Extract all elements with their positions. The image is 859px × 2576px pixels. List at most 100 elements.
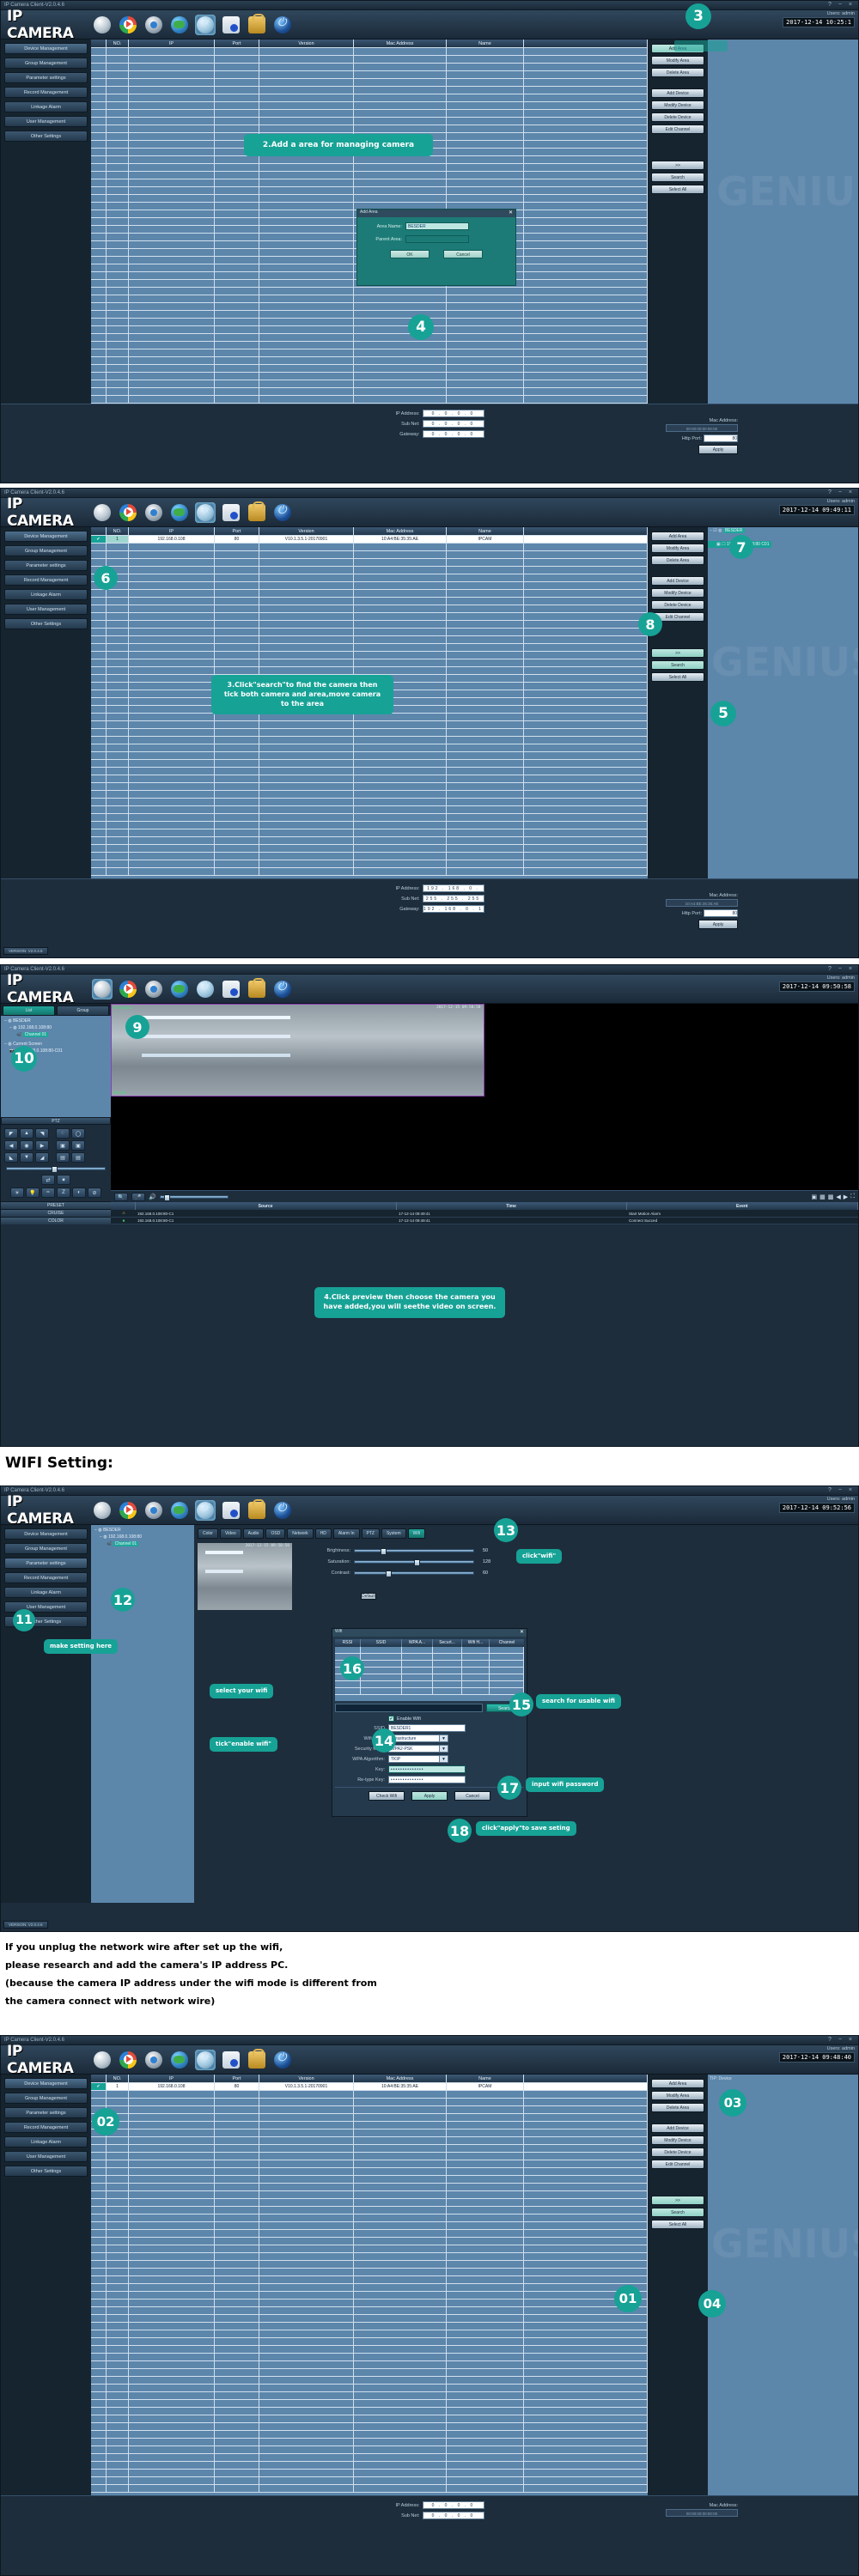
ok-button[interactable]: OK bbox=[390, 250, 430, 258]
sidebar-item-group-management[interactable]: Group Management bbox=[4, 2093, 88, 2104]
gear-icon[interactable] bbox=[195, 14, 216, 35]
table-row[interactable] bbox=[91, 868, 648, 876]
delete-device-button[interactable]: Delete Device bbox=[651, 112, 704, 122]
table-row[interactable] bbox=[91, 636, 648, 644]
table-row[interactable] bbox=[91, 195, 648, 203]
table-row[interactable] bbox=[91, 822, 648, 829]
table-row[interactable] bbox=[91, 582, 648, 590]
search-button[interactable]: Search bbox=[651, 660, 704, 670]
power-icon[interactable] bbox=[272, 15, 293, 35]
table-row[interactable] bbox=[91, 2415, 648, 2423]
table-row[interactable] bbox=[91, 829, 648, 837]
ptz-extra-row1[interactable]: ⇄ ✷ bbox=[4, 1175, 107, 1185]
table-row[interactable] bbox=[91, 2330, 648, 2338]
table-row[interactable] bbox=[91, 125, 648, 133]
camera-icon[interactable] bbox=[92, 2050, 113, 2070]
sidebar-item-parameter-settings[interactable]: Parameter settings bbox=[4, 1558, 88, 1569]
ptz-scan-icon[interactable]: ⇄ bbox=[41, 1175, 55, 1185]
play-icon[interactable] bbox=[118, 2050, 138, 2070]
lock-icon[interactable] bbox=[247, 977, 267, 999]
ip-address-input[interactable]: 0 . 0 . 0 . 0 bbox=[422, 410, 484, 417]
contrast-slider[interactable] bbox=[354, 1571, 474, 1577]
play-icon[interactable] bbox=[118, 502, 138, 523]
table-row[interactable] bbox=[91, 2307, 648, 2315]
globe-icon[interactable] bbox=[169, 2050, 190, 2070]
ptz-down-right-icon[interactable]: ◢ bbox=[35, 1152, 49, 1163]
apply-button[interactable]: Apply bbox=[698, 920, 738, 929]
video-cell-1[interactable]: IP Camera 2017-12-15 09:50:58 IPCAM bbox=[111, 1004, 484, 1097]
table-row[interactable] bbox=[91, 2400, 648, 2408]
ptz-extra-row2[interactable]: ☀ 💡 ≈ Z ◐ ⊘ bbox=[4, 1188, 107, 1198]
ptz-icon[interactable] bbox=[143, 2050, 164, 2070]
lock-icon[interactable] bbox=[247, 13, 267, 35]
window-controls[interactable]: ? − × bbox=[828, 1487, 855, 1493]
sidebar-item-group-management[interactable]: Group Management bbox=[4, 1543, 88, 1554]
ptz-speed-slider[interactable] bbox=[6, 1166, 106, 1173]
table-row[interactable] bbox=[91, 590, 648, 598]
iris-close-icon[interactable]: ▤ bbox=[71, 1152, 85, 1163]
ptz-down-left-icon[interactable]: ◣ bbox=[4, 1152, 18, 1163]
table-row[interactable] bbox=[91, 2361, 648, 2369]
gear-icon[interactable] bbox=[195, 501, 216, 523]
table-row[interactable] bbox=[91, 2261, 648, 2269]
focus-far-icon[interactable]: ▣ bbox=[71, 1140, 85, 1151]
sidebar-item-record-management[interactable]: Record Management bbox=[4, 1572, 88, 1583]
security-mode-select[interactable]: WPA2-PSK bbox=[388, 1745, 440, 1753]
grid-1-icon[interactable]: ▣ bbox=[811, 1194, 817, 1200]
ip-address-input[interactable]: 192 . 168 . 0 . 108 bbox=[422, 884, 484, 899]
next-icon[interactable]: ▶ bbox=[844, 1194, 848, 1200]
log-row[interactable]: ⚠ 192.168.0.108:80-C1 17-12-14 09:49:41 … bbox=[111, 1210, 858, 1218]
table-row[interactable] bbox=[91, 775, 648, 783]
table-row[interactable] bbox=[91, 744, 648, 752]
gateway-input[interactable]: 0 . 0 . 0 . 0 bbox=[422, 430, 484, 438]
row-checkbox[interactable]: ✔ bbox=[91, 536, 107, 543]
color-header[interactable]: COLOR bbox=[1, 1217, 111, 1224]
table-row[interactable] bbox=[91, 303, 648, 311]
tab-video[interactable]: Video bbox=[219, 1528, 241, 1539]
ptz-up-icon[interactable]: ▲ bbox=[20, 1128, 34, 1139]
focus-near-icon[interactable]: ▣ bbox=[56, 1140, 70, 1151]
ptz-up-left-icon[interactable]: ◤ bbox=[4, 1128, 18, 1139]
sidebar-item-record-management[interactable]: Record Management bbox=[4, 2122, 88, 2133]
table-row[interactable] bbox=[91, 79, 648, 87]
table-row[interactable] bbox=[91, 319, 648, 326]
modify-device-button[interactable]: Modify Device bbox=[651, 2136, 704, 2145]
table-row[interactable] bbox=[91, 2446, 648, 2454]
zoom-out-icon[interactable]: ◌ bbox=[56, 1128, 70, 1139]
camera-icon[interactable] bbox=[92, 502, 113, 523]
default-button[interactable]: Default bbox=[361, 1593, 376, 1600]
wifi-row[interactable] bbox=[335, 1654, 524, 1661]
ptz-direction-pad[interactable]: ◤ ▲ ◥ ◀ ◉ ▶ ◣ ▼ ◢ bbox=[4, 1128, 49, 1163]
tree-area-node[interactable]: − ◍ BESDER bbox=[3, 1018, 109, 1024]
table-row[interactable] bbox=[91, 179, 648, 187]
delete-device-button[interactable]: Delete Device bbox=[651, 2148, 704, 2157]
table-row[interactable] bbox=[91, 721, 648, 729]
table-row[interactable] bbox=[91, 791, 648, 799]
log-icon[interactable] bbox=[221, 1500, 241, 1521]
table-row[interactable] bbox=[91, 551, 648, 559]
sidebar-item-parameter-settings[interactable]: Parameter settings bbox=[4, 560, 88, 571]
tab-audio[interactable]: Audio bbox=[242, 1528, 265, 1539]
table-row[interactable] bbox=[91, 2199, 648, 2207]
table-row[interactable] bbox=[91, 2385, 648, 2392]
table-grid[interactable]: ✔ 1 192.168.0.108 80 V10.1.3.5.1-2017090… bbox=[91, 2083, 648, 2495]
sidebar-item-linkage-alarm[interactable]: Linkage Alarm bbox=[4, 589, 88, 600]
table-row[interactable] bbox=[91, 311, 648, 319]
log-row[interactable]: ■ 192.168.0.108:80-C1 17-12-14 09:49:41 … bbox=[111, 1217, 858, 1224]
table-row[interactable] bbox=[91, 2129, 648, 2137]
table-row[interactable] bbox=[91, 94, 648, 102]
tab-hd[interactable]: HD bbox=[314, 1528, 332, 1539]
table-row[interactable] bbox=[91, 613, 648, 621]
select-all-button[interactable]: Select All bbox=[651, 672, 704, 682]
video-grid[interactable]: IP Camera 2017-12-15 09:50:58 IPCAM bbox=[111, 1004, 858, 1190]
table-row[interactable] bbox=[91, 2346, 648, 2354]
speaker-icon[interactable]: 🔊 bbox=[149, 1194, 156, 1200]
sidebar-item-device-management[interactable]: Device Management bbox=[4, 1528, 88, 1540]
table-row[interactable] bbox=[91, 172, 648, 179]
table-row[interactable] bbox=[91, 667, 648, 675]
table-row[interactable] bbox=[91, 288, 648, 295]
add-device-button[interactable]: Add Device bbox=[651, 2123, 704, 2133]
delete-area-button[interactable]: Delete Area bbox=[651, 68, 704, 77]
table-row[interactable] bbox=[91, 2369, 648, 2377]
move-button[interactable]: >> bbox=[651, 648, 704, 658]
